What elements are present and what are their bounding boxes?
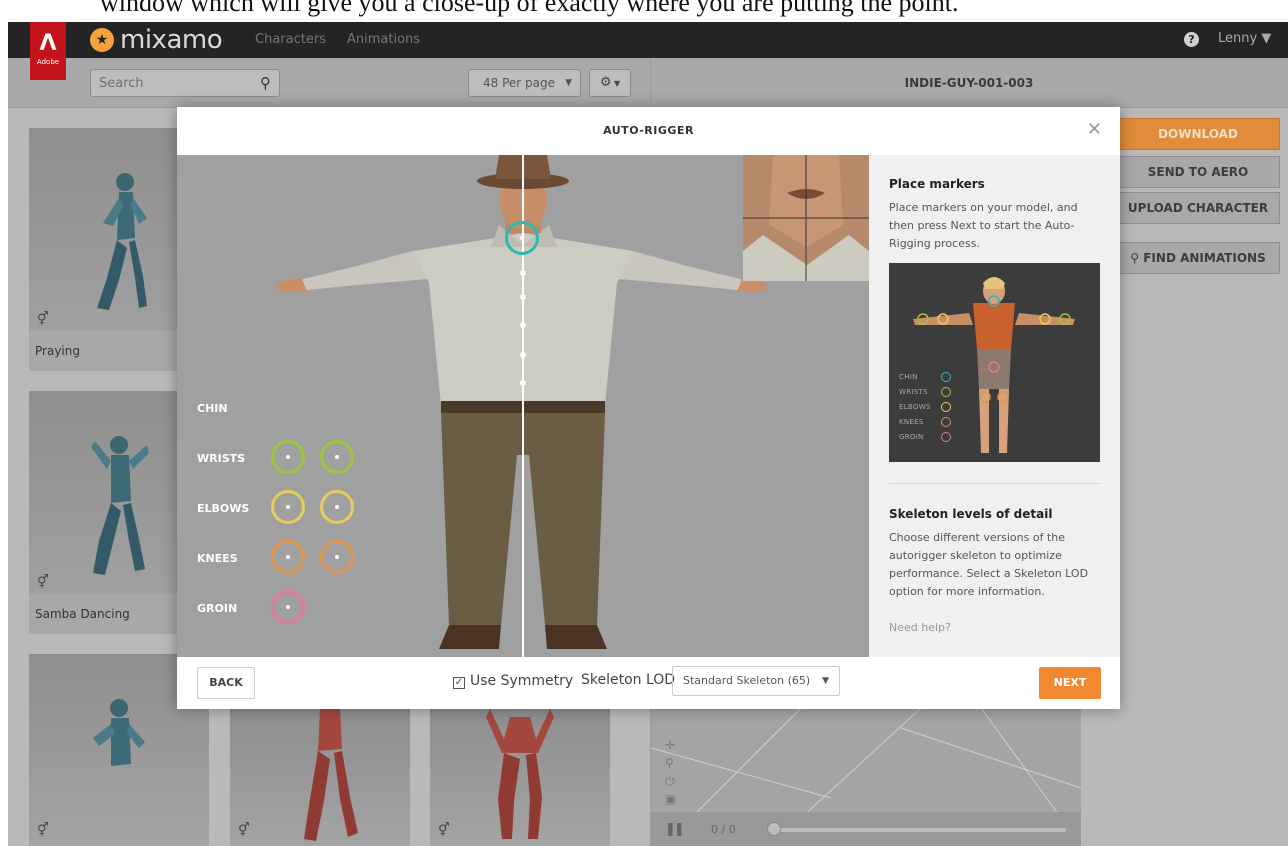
running-man-icon: ⚥ xyxy=(37,312,49,327)
character-figure-icon xyxy=(91,436,149,575)
power-icon[interactable]: ⏻ xyxy=(665,774,675,789)
ref-groin-dot xyxy=(941,432,951,442)
brand-name[interactable]: mixamo xyxy=(120,25,223,55)
ref-legend-wrists: WRISTS xyxy=(899,388,928,396)
search-icon: ⚲ xyxy=(1130,251,1144,265)
rig-stage[interactable]: CHIN WRISTS ELBOWS KNEES GROIN xyxy=(177,155,869,657)
timeline-track[interactable] xyxy=(771,828,1066,832)
wrists-label: WRISTS xyxy=(197,452,246,465)
ref-chin-dot xyxy=(941,372,951,382)
elbow-marker-right[interactable] xyxy=(320,490,354,524)
character-figure-icon xyxy=(93,699,145,766)
upload-character-button[interactable]: UPLOAD CHARACTER xyxy=(1116,192,1280,224)
skeleton-text: Choose different versions of the autorig… xyxy=(889,531,1089,598)
knee-marker-right[interactable] xyxy=(320,540,354,574)
auto-rigger-modal: AUTO-RIGGER ✕ CHIN WRISTS ELBOWS KNEES G… xyxy=(177,107,1120,709)
chin-marker-placed[interactable] xyxy=(505,221,539,255)
character-figure-icon xyxy=(97,173,147,310)
running-man-icon: ⚥ xyxy=(438,823,450,838)
viewer-grid xyxy=(651,708,1081,819)
use-symmetry-label: Use Symmetry xyxy=(470,673,574,689)
per-page-value: 48 Per page xyxy=(483,76,555,90)
running-man-icon: ⚥ xyxy=(37,575,49,590)
send-to-aero-button[interactable]: SEND TO AERO xyxy=(1116,156,1280,188)
download-button[interactable]: DOWNLOAD xyxy=(1116,118,1280,150)
wrist-marker-left[interactable] xyxy=(271,440,305,474)
adobe-logo[interactable]: Λ Adobe xyxy=(30,22,66,80)
place-markers-title: Place markers xyxy=(889,177,985,191)
ref-legend-groin: GROIN xyxy=(899,433,924,441)
knees-label: KNEES xyxy=(197,552,238,565)
running-man-icon: ⚥ xyxy=(37,823,49,838)
place-markers-text: Place markers on your model, and then pr… xyxy=(889,201,1078,250)
user-name: Lenny xyxy=(1218,31,1258,46)
timeline-handle[interactable] xyxy=(767,822,781,836)
playback-bar: ❚❚ 0 / 0 xyxy=(651,812,1081,846)
chin-label: CHIN xyxy=(197,402,228,415)
modal-title: AUTO-RIGGER xyxy=(603,124,694,137)
gear-icon: ⚙ xyxy=(599,75,612,90)
ref-legend-knees: KNEES xyxy=(899,418,924,426)
panel-divider xyxy=(889,483,1100,484)
skeleton-title: Skeleton levels of detail xyxy=(889,507,1053,521)
frame-count: 0 / 0 xyxy=(711,823,736,836)
character-figure-icon xyxy=(304,709,358,841)
ref-legend-chin: CHIN xyxy=(899,373,918,381)
search-box[interactable]: ⚲ xyxy=(90,69,280,97)
find-animations-label: FIND ANIMATIONS xyxy=(1143,251,1266,265)
animation-thumb[interactable]: ⚥ xyxy=(430,709,610,846)
per-page-select[interactable]: 48 Per page ▼ xyxy=(468,69,581,97)
top-header: ★ mixamo Characters Animations ? Lenny ▼ xyxy=(8,22,1288,58)
back-button[interactable]: BACK xyxy=(197,667,255,699)
caret-down-icon: ▼ xyxy=(822,676,829,686)
settings-button[interactable]: ⚙ ▼ xyxy=(589,69,631,97)
chevron-down-icon: ▼ xyxy=(1257,31,1272,46)
search-input[interactable] xyxy=(99,73,249,93)
character-figure-icon xyxy=(486,709,554,839)
need-help-link[interactable]: Need help? xyxy=(889,619,1089,637)
page-caption: window which will give you a close-up of… xyxy=(0,0,1288,22)
animation-thumb[interactable]: ⚥ xyxy=(230,709,410,846)
elbows-label: ELBOWS xyxy=(197,502,250,515)
search-icon[interactable]: ⚲ xyxy=(260,74,271,92)
find-animations-button[interactable]: ⚲ FIND ANIMATIONS xyxy=(1116,242,1280,274)
zoom-inset xyxy=(743,155,869,281)
user-menu[interactable]: Lenny ▼ xyxy=(1218,31,1271,46)
nav-animations[interactable]: Animations xyxy=(347,32,420,47)
ref-legend-elbows: ELBOWS xyxy=(899,403,931,411)
caret-down-icon: ▼ xyxy=(565,78,572,88)
next-button[interactable]: NEXT xyxy=(1039,667,1101,699)
adobe-a-icon: Λ xyxy=(39,31,57,56)
pause-icon[interactable]: ❚❚ xyxy=(665,822,685,837)
skeleton-lod-value: Standard Skeleton (65) xyxy=(683,674,811,687)
instructions-panel: Place markers Place markers on your mode… xyxy=(869,155,1120,657)
character-name: INDIE-GUY-001-003 xyxy=(904,76,1034,90)
nav-characters[interactable]: Characters xyxy=(255,32,326,47)
caret-down-icon: ▼ xyxy=(611,79,621,88)
use-symmetry-checkbox[interactable]: ✓ Use Symmetry xyxy=(453,673,573,689)
zoom-icon[interactable]: ⚲ xyxy=(665,756,674,770)
ref-wrists-dot xyxy=(941,387,951,397)
help-icon[interactable]: ? xyxy=(1184,32,1199,47)
wrist-marker-right[interactable] xyxy=(320,440,354,474)
groin-marker[interactable] xyxy=(271,590,305,624)
close-icon[interactable]: ✕ xyxy=(1087,121,1102,139)
skeleton-lod-label: Skeleton LOD xyxy=(581,672,676,688)
3d-viewer[interactable]: ✛ ⚲ ⏻ ▣ xyxy=(651,708,1081,826)
caption-text: window which will give you a close-up of… xyxy=(100,0,959,17)
skeleton-lod-select[interactable]: Standard Skeleton (65) ▼ xyxy=(672,666,840,696)
camera-icon[interactable]: ▣ xyxy=(665,792,676,806)
move-icon[interactable]: ✛ xyxy=(665,738,675,752)
running-man-icon: ⚥ xyxy=(238,823,250,838)
marker-reference-image: CHIN WRISTS ELBOWS KNEES GROIN xyxy=(889,263,1100,462)
groin-label: GROIN xyxy=(197,602,238,615)
elbow-marker-left[interactable] xyxy=(271,490,305,524)
mixamo-logo-icon[interactable]: ★ xyxy=(90,28,114,52)
knee-marker-left[interactable] xyxy=(271,540,305,574)
checkbox-checked-icon[interactable]: ✓ xyxy=(453,677,465,689)
modal-footer: BACK ✓ Use Symmetry Skeleton LOD Standard… xyxy=(177,657,1120,709)
ref-elbows-dot xyxy=(941,402,951,412)
zoom-preview-image xyxy=(743,155,869,281)
ref-knees-dot xyxy=(941,417,951,427)
